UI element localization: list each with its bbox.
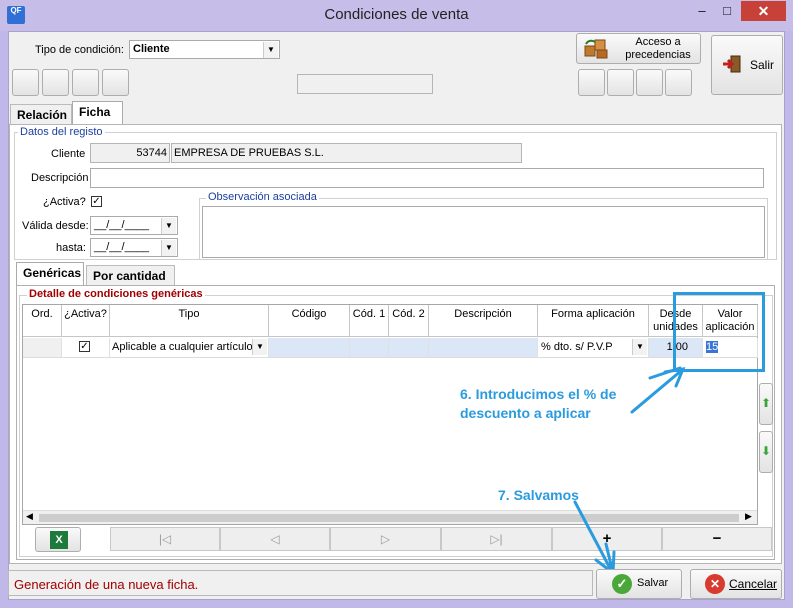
tipo-condicion-select[interactable]: Cliente ▼ <box>129 40 280 59</box>
toolbar-button-7[interactable] <box>636 69 663 96</box>
tab-ficha[interactable]: Ficha <box>72 101 123 125</box>
salir-button[interactable]: Salir <box>711 35 783 95</box>
valida-desde-input[interactable]: __/__/____ ▼ <box>90 216 178 235</box>
minimize-button[interactable]: ‒ <box>689 1 715 21</box>
col-forma[interactable]: Forma aplicación <box>538 305 649 337</box>
col-ord[interactable]: Ord. <box>23 305 62 337</box>
tab-por-cantidad[interactable]: Por cantidad <box>86 265 175 286</box>
toolbar-button-4[interactable] <box>102 69 129 96</box>
checkmark-icon: ✓ <box>612 574 632 594</box>
move-down-button[interactable]: ⬇ <box>759 431 773 473</box>
export-excel-button[interactable]: X <box>35 527 81 552</box>
cancelar-button[interactable]: ✕ Cancelar <box>690 569 782 599</box>
col-codigo[interactable]: Código <box>269 305 350 337</box>
scrollbar-thumb[interactable] <box>39 514 739 522</box>
grid-horizontal-scrollbar[interactable]: ◀ ▶ <box>23 510 757 524</box>
chevron-down-icon[interactable]: ▼ <box>263 42 278 58</box>
cliente-label: Cliente <box>51 148 86 160</box>
scroll-right-icon[interactable]: ▶ <box>745 511 752 522</box>
tipo-condicion-value: Cliente <box>133 43 170 55</box>
excel-icon: X <box>50 531 68 549</box>
descripcion-input[interactable] <box>90 168 764 188</box>
condiciones-grid[interactable]: Ord. ¿Activa? Tipo Código Cód. 1 Cód. 2 … <box>22 304 758 525</box>
salir-label: Salir <box>750 58 775 72</box>
cell-codigo[interactable] <box>269 338 350 358</box>
descripcion-label: Descripción <box>31 172 89 184</box>
move-up-button[interactable]: ⬆ <box>759 383 773 425</box>
salvar-button[interactable]: ✓ Salvar <box>596 569 682 599</box>
annotation-step7: 7. Salvamos <box>498 487 579 503</box>
activa-checkbox[interactable]: ✓ <box>91 196 102 207</box>
col-tipo[interactable]: Tipo <box>110 305 269 337</box>
cliente-name-field: EMPRESA DE PRUEBAS S.L. <box>171 143 522 163</box>
row-activa-checkbox[interactable]: ✓ <box>79 341 90 352</box>
observacion-title: Observación asociada <box>206 191 319 203</box>
toolbar-button-5[interactable] <box>578 69 605 96</box>
nav-last-button[interactable]: ▷| <box>441 527 552 551</box>
chevron-down-icon[interactable]: ▼ <box>632 339 647 355</box>
exit-door-icon <box>722 54 742 74</box>
toolbar-button-2[interactable] <box>42 69 69 96</box>
cell-activa[interactable]: ✓ <box>62 338 110 358</box>
nav-prev-button[interactable]: ◁ <box>220 527 330 551</box>
cell-cod1[interactable] <box>350 338 389 358</box>
col-descripcion[interactable]: Descripción <box>429 305 538 337</box>
nav-next-button[interactable]: ▷ <box>330 527 441 551</box>
toolbar-button-8[interactable] <box>665 69 692 96</box>
nav-remove-button[interactable]: − <box>662 527 772 551</box>
nav-add-button[interactable]: + <box>552 527 662 551</box>
chevron-down-icon[interactable]: ▼ <box>161 240 176 256</box>
status-message: Generación de una nueva ficha. <box>14 577 199 592</box>
datos-group-title: Datos del registo <box>18 126 105 138</box>
annotation-highlight-box <box>673 292 765 372</box>
cell-forma[interactable]: % dto. s/ P.V.P ▼ <box>538 338 649 358</box>
col-cod2[interactable]: Cód. 2 <box>389 305 429 337</box>
col-cod1[interactable]: Cód. 1 <box>350 305 389 337</box>
arrow-down-icon: ⬇ <box>761 444 772 458</box>
chevron-down-icon[interactable]: ▼ <box>252 339 267 355</box>
chevron-down-icon[interactable]: ▼ <box>161 218 176 234</box>
maximize-button[interactable]: □ <box>714 1 740 21</box>
close-button[interactable]: ✕ <box>741 1 786 21</box>
col-activa[interactable]: ¿Activa? <box>62 305 110 337</box>
valida-desde-value: __/__/____ <box>94 219 150 231</box>
valida-desde-label: Válida desde: <box>22 220 89 232</box>
salvar-label: Salvar <box>637 577 669 589</box>
cell-cod2[interactable] <box>389 338 429 358</box>
hasta-input[interactable]: __/__/____ ▼ <box>90 238 178 257</box>
annotation-step6: 6. Introducimos el % de descuento a apli… <box>460 386 617 421</box>
tab-relacion[interactable]: Relación <box>10 104 72 125</box>
cancel-icon: ✕ <box>705 574 725 594</box>
acceso-precedencias-button[interactable]: Acceso a precedencias <box>576 33 701 64</box>
window-title: Condiciones de venta <box>324 6 469 23</box>
cell-descripcion[interactable] <box>429 338 538 358</box>
hasta-label: hasta: <box>56 242 86 254</box>
observacion-textarea[interactable] <box>202 206 765 258</box>
toolbar-button-3[interactable] <box>72 69 99 96</box>
nav-first-button[interactable]: |◁ <box>110 527 220 551</box>
toolbar-status-field <box>297 74 433 94</box>
cell-tipo[interactable]: Aplicable a cualquier artículo ▼ <box>110 338 269 358</box>
arrow-up-icon: ⬆ <box>761 396 772 410</box>
cell-tipo-value: Aplicable a cualquier artículo <box>112 341 253 353</box>
acceso-precedencias-label: Acceso a precedencias <box>625 36 691 61</box>
cancelar-label: Cancelar <box>729 577 778 591</box>
hasta-value: __/__/____ <box>94 241 150 253</box>
boxes-icon <box>583 38 611 60</box>
toolbar-button-6[interactable] <box>607 69 634 96</box>
cell-ord[interactable] <box>23 338 62 358</box>
toolbar-button-1[interactable] <box>12 69 39 96</box>
activa-label: ¿Activa? <box>43 196 86 208</box>
tab-genericas[interactable]: Genéricas <box>16 262 84 286</box>
tipo-condicion-label: Tipo de condición: <box>35 44 124 56</box>
detalle-group-title: Detalle de condiciones genéricas <box>27 288 205 300</box>
cell-forma-value: % dto. s/ P.V.P <box>541 341 613 353</box>
cliente-code-field: 53744 <box>90 143 170 163</box>
scroll-left-icon[interactable]: ◀ <box>26 511 33 522</box>
